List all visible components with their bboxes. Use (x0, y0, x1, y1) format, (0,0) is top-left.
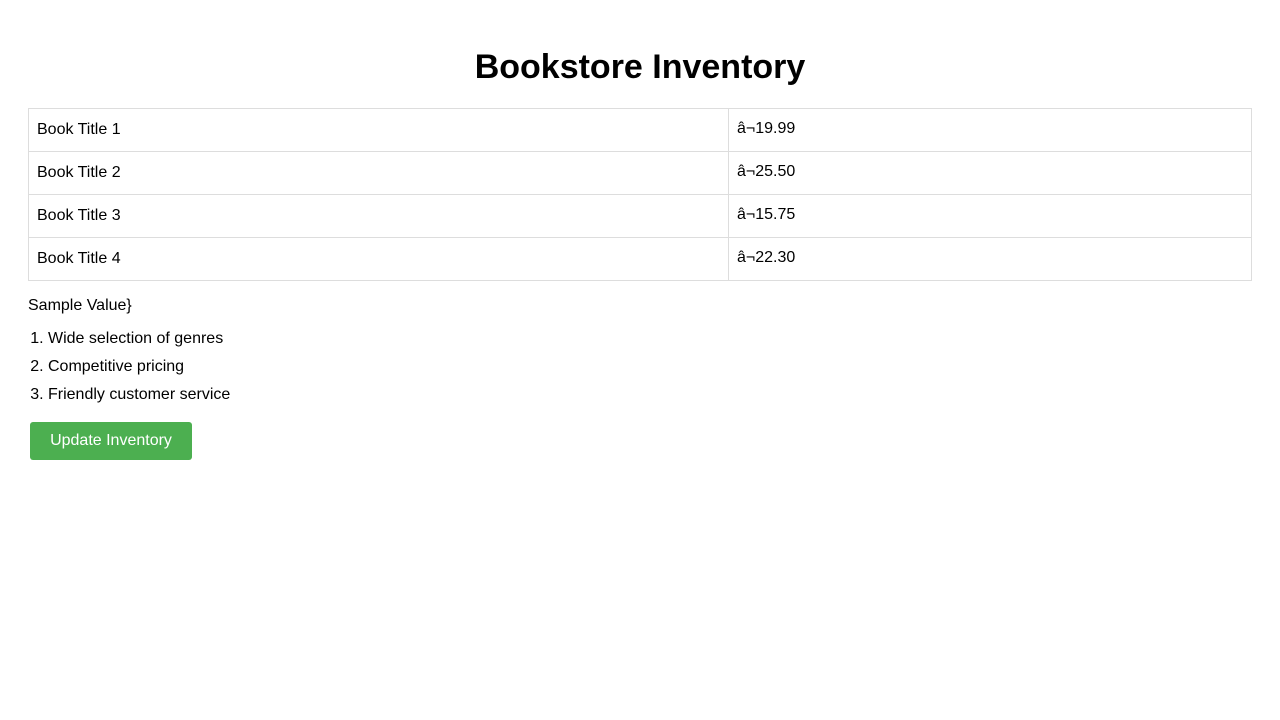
book-title-cell: Book Title 2 (28, 151, 729, 195)
list-item: Wide selection of genres (48, 330, 1252, 348)
book-price-cell: â¬19.99 (728, 108, 1252, 152)
table-row: Book Title 2 â¬25.50 (28, 151, 1252, 195)
table-row: Book Title 3 â¬15.75 (28, 194, 1252, 238)
book-title-cell: Book Title 3 (28, 194, 729, 238)
book-price-cell: â¬25.50 (728, 151, 1252, 195)
table-row: Book Title 1 â¬19.99 (28, 108, 1252, 152)
table-row: Book Title 4 â¬22.30 (28, 237, 1252, 281)
sample-value-text: Sample Value} (28, 297, 132, 314)
update-inventory-button[interactable]: Update Inventory (30, 422, 192, 460)
list-item: Friendly customer service (48, 386, 1252, 404)
book-price-cell: â¬15.75 (728, 194, 1252, 238)
features-list: Wide selection of genres Competitive pri… (28, 330, 1252, 404)
inventory-table: Book Title 1 â¬19.99 Book Title 2 â¬25.5… (28, 108, 1252, 281)
book-title-cell: Book Title 1 (28, 108, 729, 152)
book-price-cell: â¬22.30 (728, 237, 1252, 281)
list-item: Competitive pricing (48, 358, 1252, 376)
page-container: Bookstore Inventory Book Title 1 â¬19.99… (0, 0, 1280, 460)
book-title-cell: Book Title 4 (28, 237, 729, 281)
page-title: Bookstore Inventory (474, 48, 806, 86)
